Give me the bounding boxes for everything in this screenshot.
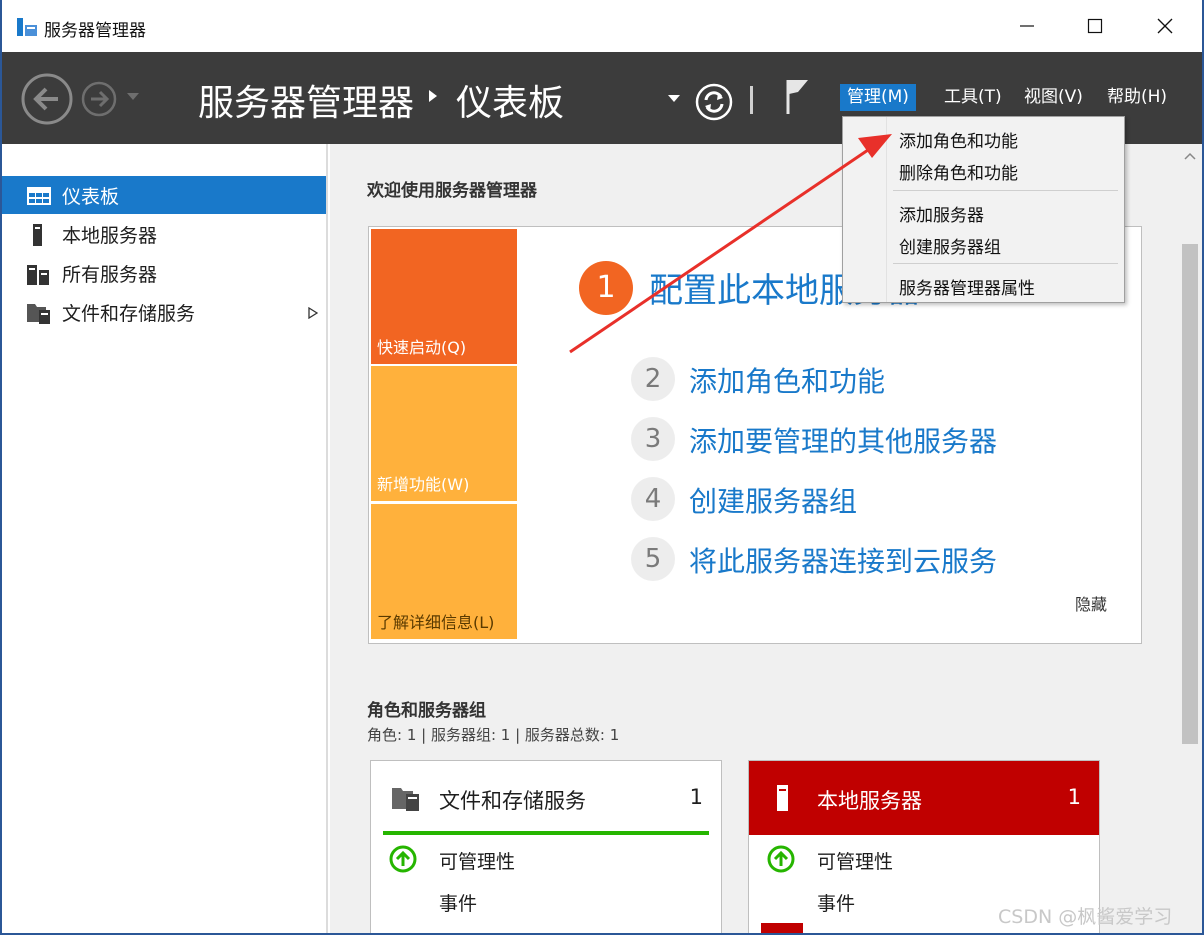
menu-item-create-server-group[interactable]: 创建服务器组 — [899, 233, 1001, 258]
server-manager-window: 服务器管理器 服务器管理器 仪表板 管理(M) 工具(T) 视图(V) 帮助(H… — [0, 0, 1204, 935]
card-header[interactable]: 文件和存储服务 1 — [371, 761, 721, 835]
header-divider — [750, 86, 753, 114]
file-storage-icon — [27, 304, 50, 324]
events-label: 事件 — [439, 893, 478, 915]
menu-item-remove-roles[interactable]: 删除角色和功能 — [899, 159, 1018, 184]
breadcrumb-separator-icon — [429, 90, 437, 102]
menu-separator — [893, 190, 1118, 191]
card-title: 本地服务器 — [817, 789, 922, 813]
step-link[interactable]: 添加要管理的其他服务器 — [689, 420, 997, 460]
maximize-icon — [1087, 18, 1103, 34]
dashboard-icon — [27, 187, 51, 205]
scroll-up-icon[interactable] — [1184, 152, 1196, 160]
step-link[interactable]: 添加角色和功能 — [689, 360, 885, 400]
tile-learn-more[interactable]: 了解详细信息(L) — [371, 504, 517, 639]
events-label: 事件 — [817, 893, 856, 915]
card-title: 文件和存储服务 — [439, 789, 586, 813]
breadcrumb-page: 仪表板 — [456, 83, 565, 124]
menu-item-add-roles[interactable]: 添加角色和功能 — [899, 127, 1018, 152]
title-bar: 服务器管理器 — [2, 0, 1202, 52]
step-link[interactable]: 创建服务器组 — [689, 480, 857, 520]
back-arrow-icon[interactable] — [20, 72, 74, 126]
refresh-icon[interactable] — [694, 82, 734, 122]
sidebar-item-all-servers[interactable]: 所有服务器 — [2, 254, 326, 292]
manageability-label: 可管理性 — [817, 851, 894, 873]
up-arrow-ok-icon — [389, 845, 417, 873]
menu-gutter — [843, 117, 887, 302]
close-icon — [1157, 18, 1173, 34]
step-number-badge: 3 — [631, 417, 675, 461]
sidebar-item-label: 本地服务器 — [62, 224, 158, 247]
manage-dropdown-menu: 添加角色和功能 删除角色和功能 添加服务器 创建服务器组 服务器管理器属性 — [842, 116, 1125, 303]
card-count: 1 — [689, 785, 703, 809]
scrollbar-thumb[interactable] — [1182, 244, 1198, 744]
step-number-badge: 5 — [631, 537, 675, 581]
card-header[interactable]: 本地服务器 1 — [749, 761, 1099, 835]
sidebar-item-label: 所有服务器 — [62, 263, 158, 286]
status-bar-alert — [761, 923, 803, 933]
servers-icon — [27, 265, 49, 285]
sidebar-item-label: 文件和存储服务 — [62, 302, 196, 325]
server-manager-app-icon — [17, 18, 37, 36]
step-number-badge: 1 — [579, 261, 633, 315]
breadcrumb-root: 服务器管理器 — [198, 83, 415, 124]
sidebar: 仪表板 本地服务器 所有服务器 文件和存储服务 — [2, 144, 328, 933]
notification-flag-icon[interactable] — [782, 76, 812, 116]
server-icon — [777, 785, 788, 811]
tile-label: 了解详细信息(L) — [377, 613, 495, 632]
window-title: 服务器管理器 — [44, 21, 146, 41]
chevron-right-icon[interactable] — [308, 307, 318, 319]
help-menu[interactable]: 帮助(H) — [1100, 84, 1174, 111]
minimize-icon — [1020, 25, 1034, 27]
welcome-title: 欢迎使用服务器管理器 — [367, 181, 537, 201]
hide-welcome-link[interactable]: 隐藏 — [1075, 591, 1107, 615]
forward-arrow-icon[interactable] — [80, 80, 118, 118]
minimize-button[interactable] — [992, 0, 1062, 52]
manage-menu[interactable]: 管理(M) — [840, 84, 916, 111]
nav-history-dropdown-icon[interactable] — [126, 92, 140, 102]
view-menu[interactable]: 视图(V) — [1017, 84, 1090, 111]
menu-item-add-servers[interactable]: 添加服务器 — [899, 201, 984, 226]
manageability-label: 可管理性 — [439, 851, 516, 873]
breadcrumb-dropdown-icon[interactable] — [667, 94, 681, 104]
card-count: 1 — [1067, 785, 1081, 809]
file-storage-icon — [392, 788, 419, 811]
tile-label: 新增功能(W) — [377, 475, 470, 494]
tile-quick-start[interactable]: 快速启动(Q) — [371, 229, 517, 364]
sidebar-item-file-storage[interactable]: 文件和存储服务 — [2, 293, 326, 331]
vertical-scrollbar[interactable] — [1178, 144, 1202, 933]
sidebar-item-dashboard[interactable]: 仪表板 — [2, 176, 326, 214]
close-button[interactable] — [1130, 0, 1200, 52]
tile-label: 快速启动(Q) — [377, 338, 467, 357]
role-card-file-storage[interactable]: 文件和存储服务 1 可管理性 事件 — [370, 760, 722, 933]
sidebar-item-local-server[interactable]: 本地服务器 — [2, 215, 326, 253]
roles-section-title: 角色和服务器组 — [367, 701, 486, 721]
status-bar-ok — [383, 831, 709, 835]
menu-separator — [893, 263, 1118, 264]
watermark: CSDN @枫酱爱学习 — [998, 906, 1173, 928]
sidebar-item-label: 仪表板 — [62, 185, 120, 208]
roles-summary: 角色: 1 | 服务器组: 1 | 服务器总数: 1 — [367, 726, 620, 744]
menu-item-properties[interactable]: 服务器管理器属性 — [899, 274, 1035, 299]
tools-menu[interactable]: 工具(T) — [937, 84, 1009, 111]
step-link[interactable]: 将此服务器连接到云服务 — [689, 540, 997, 580]
up-arrow-ok-icon — [767, 845, 795, 873]
server-icon — [33, 224, 42, 246]
step-number-badge: 4 — [631, 477, 675, 521]
maximize-button[interactable] — [1060, 0, 1130, 52]
step-number-badge: 2 — [631, 357, 675, 401]
tile-whats-new[interactable]: 新增功能(W) — [371, 366, 517, 501]
